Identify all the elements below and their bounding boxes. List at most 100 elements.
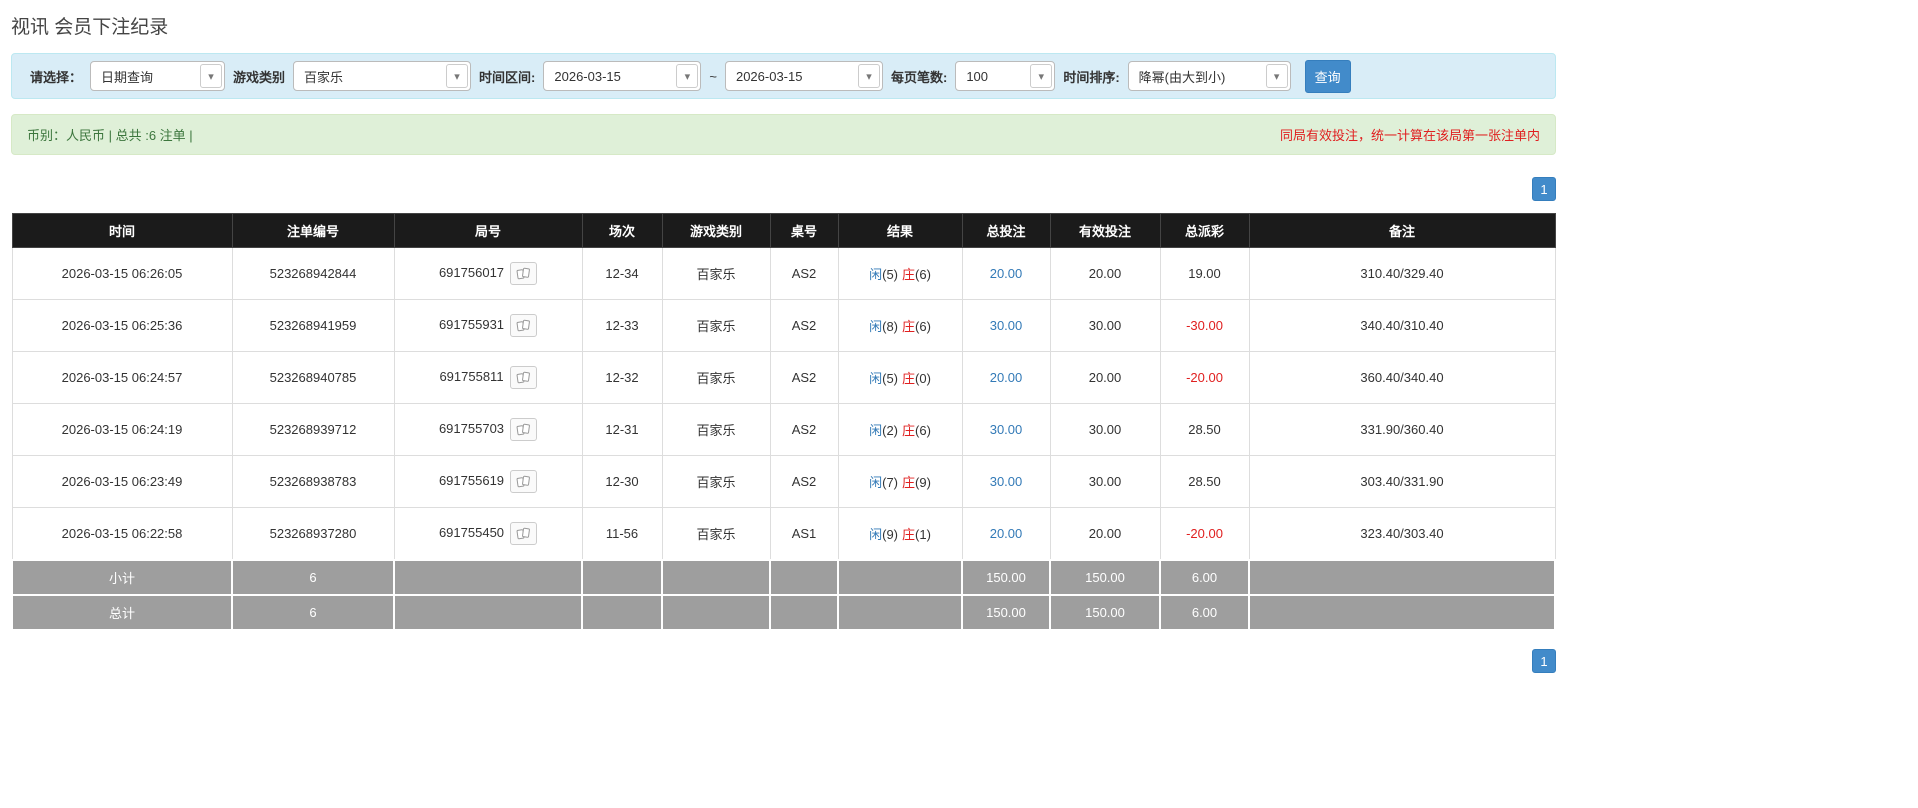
pagination-top: 1 [11,177,1556,201]
column-header: 游戏类别 [661,213,771,248]
cell-round-id: 691755931 [393,299,583,352]
cell-session: 12-34 [581,247,663,300]
cell-note: 323.40/303.40 [1248,507,1556,561]
page-size-dropdown[interactable]: 100 ▾ [955,61,1056,91]
cell-game-type: 百家乐 [661,403,771,456]
view-cards-button[interactable] [510,522,538,545]
result-player-label: 闲 [869,423,883,438]
column-header: 桌号 [769,213,839,248]
sort-order-dropdown[interactable]: 降幂(由大到小) ▾ [1127,61,1291,91]
notice-text: 同局有效投注，统一计算在该局第一张注单内 [1279,128,1540,143]
caret-down-icon[interactable]: ▾ [446,64,469,88]
search-button[interactable]: 查询 [1304,59,1351,93]
result-banker-label: 庄 [902,527,916,542]
summary-empty-cell [769,594,839,631]
column-header: 局号 [393,213,583,248]
caret-down-icon[interactable]: ▾ [1030,64,1053,88]
cards-icon [516,475,530,488]
summary-total-bet: 150.00 [961,594,1051,631]
result-banker-label: 庄 [902,475,916,490]
cell-game-type: 百家乐 [661,455,771,508]
cell-session: 12-30 [581,455,663,508]
sort-order-label: 时间排序: [1063,69,1120,85]
total-bet-link[interactable]: 20.00 [990,370,1023,385]
cell-payout: 19.00 [1159,247,1250,300]
caret-down-icon[interactable]: ▾ [200,64,223,88]
info-bar: 币别：人民币 | 总共 :6 注单 | 同局有效投注，统一计算在该局第一张注单内 [11,114,1556,155]
summary-payout: 6.00 [1159,559,1250,596]
column-header: 备注 [1248,213,1556,248]
game-type-dropdown[interactable]: 百家乐 ▾ [293,61,472,91]
date-range-separator: ~ [709,68,717,84]
cell-round-id: 691755703 [393,403,583,456]
sort-order-value: 降幂(由大到小) [1138,69,1226,85]
summary-empty-cell [1248,594,1556,631]
table-row: 2026-03-15 06:23:49 523268938783 6917556… [11,455,1556,508]
view-cards-button[interactable] [510,418,538,441]
total-bet-link[interactable]: 30.00 [990,422,1023,437]
page-button[interactable]: 1 [1532,177,1556,201]
page-button[interactable]: 1 [1532,649,1556,673]
summary-empty-cell [581,594,663,631]
cell-bet-id: 523268941959 [231,299,395,352]
cell-game-type: 百家乐 [661,247,771,300]
result-banker-label: 庄 [902,319,916,334]
view-cards-button[interactable] [510,470,538,493]
filter-bar: 请选择： 日期查询 ▾ 游戏类别 百家乐 ▾ 时间区间: 2026-03-15 … [11,53,1556,99]
cell-game-type: 百家乐 [661,351,771,404]
summary-valid-bet: 150.00 [1049,594,1161,631]
game-type-value: 百家乐 [304,69,344,85]
summary-count: 6 [231,594,395,631]
summary-empty-cell [661,594,771,631]
total-bet-link[interactable]: 20.00 [990,526,1023,541]
cell-game-type: 百家乐 [661,299,771,352]
query-type-dropdown[interactable]: 日期查询 ▾ [90,61,226,91]
summary-total-bet: 150.00 [961,559,1051,596]
view-cards-button[interactable] [509,366,537,389]
cell-total-bet: 20.00 [961,247,1051,300]
cell-time: 2026-03-15 06:22:58 [11,507,233,561]
result-player-value: (2) [882,423,898,438]
cell-round-id: 691755450 [393,507,583,561]
cell-time: 2026-03-15 06:23:49 [11,455,233,508]
date-from-dropdown[interactable]: 2026-03-15 ▾ [543,61,702,91]
result-banker-value: (6) [915,267,931,282]
cell-table-number: AS2 [769,403,839,456]
caret-down-icon[interactable]: ▾ [1265,64,1288,88]
cell-bet-id: 523268940785 [231,351,395,404]
result-player-label: 闲 [869,319,883,334]
cell-total-bet: 20.00 [961,351,1051,404]
cell-session: 11-56 [581,507,663,561]
result-banker-label: 庄 [902,371,916,386]
cell-valid-bet: 30.00 [1049,455,1161,508]
view-cards-button[interactable] [510,314,538,337]
cell-bet-id: 523268939712 [231,403,395,456]
cell-result: 闲(5) 庄(0) [837,351,963,404]
result-player-label: 闲 [869,267,883,282]
cell-table-number: AS1 [769,507,839,561]
cell-bet-id: 523268938783 [231,455,395,508]
cell-session: 12-33 [581,299,663,352]
cell-time: 2026-03-15 06:24:57 [11,351,233,404]
cell-result: 闲(5) 庄(6) [837,247,963,300]
cell-table-number: AS2 [769,247,839,300]
cell-table-number: AS2 [769,299,839,352]
result-banker-label: 庄 [902,423,916,438]
summary-empty-cell [581,559,663,596]
total-bet-link[interactable]: 30.00 [990,318,1023,333]
cell-payout: -20.00 [1159,507,1250,561]
result-player-value: (8) [882,319,898,334]
cell-result: 闲(9) 庄(1) [837,507,963,561]
cell-session: 12-32 [581,351,663,404]
result-player-label: 闲 [869,371,883,386]
date-to-dropdown[interactable]: 2026-03-15 ▾ [724,61,883,91]
view-cards-button[interactable] [510,262,538,285]
caret-down-icon[interactable]: ▾ [857,64,880,88]
round-id-text: 691755619 [438,472,505,488]
game-type-label: 游戏类别 [233,69,286,85]
cell-valid-bet: 20.00 [1049,247,1161,300]
total-bet-link[interactable]: 20.00 [990,266,1023,281]
caret-down-icon[interactable]: ▾ [676,64,699,88]
result-banker-value: (6) [915,319,931,334]
total-bet-link[interactable]: 30.00 [990,474,1023,489]
